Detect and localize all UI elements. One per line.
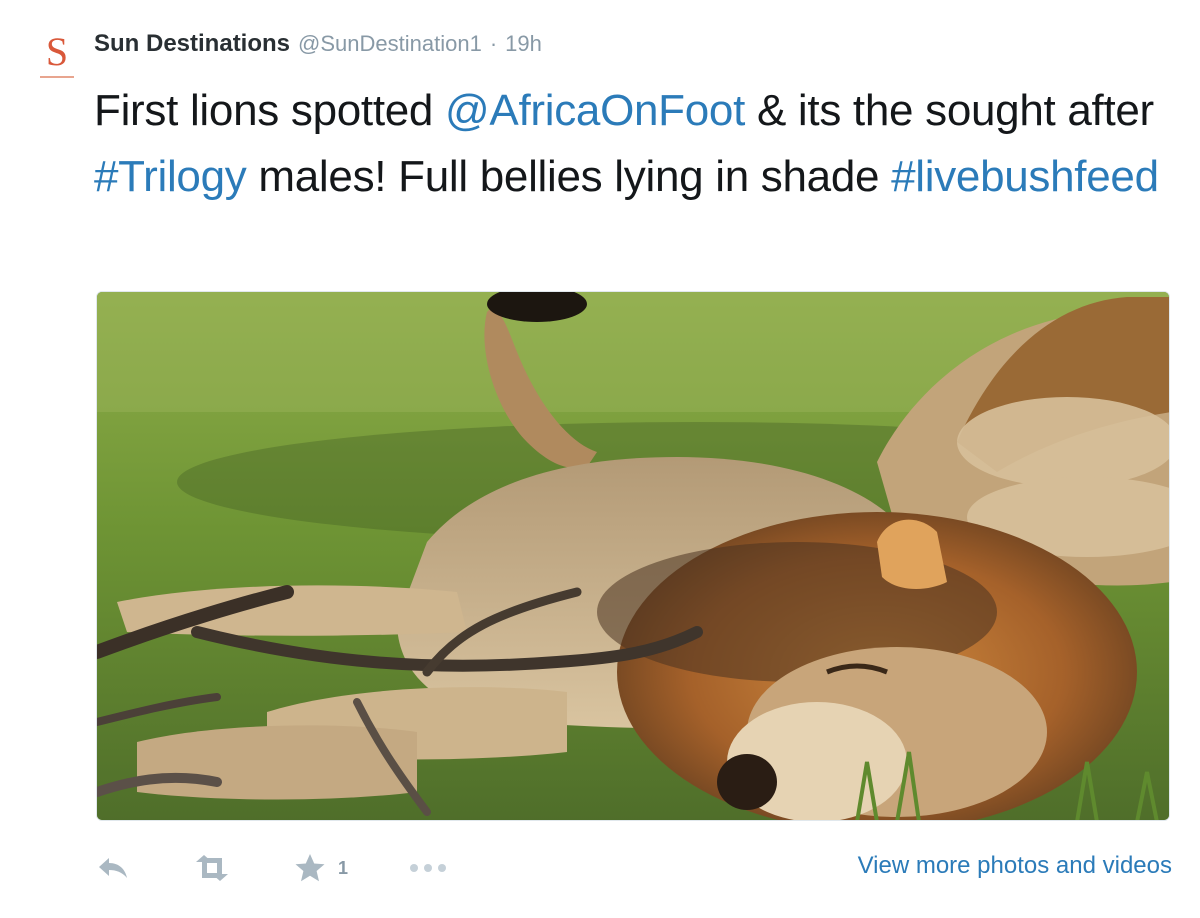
- star-icon: [294, 853, 326, 883]
- retweet-icon: [190, 854, 234, 882]
- avatar-letter: S: [45, 29, 69, 74]
- hashtag-link-trilogy[interactable]: #Trilogy: [94, 152, 247, 201]
- tweet-text-part: males! Full bellies lying in shade: [246, 152, 892, 201]
- tweet-actions: 1: [96, 845, 508, 891]
- more-button[interactable]: [408, 862, 448, 874]
- tweet-card: S Sun Destinations @SunDestination1 · 19…: [0, 0, 1200, 918]
- tweet-text: First lions spotted @AfricaOnFoot & its …: [94, 78, 1184, 210]
- avatar-underline: [40, 76, 74, 78]
- tweet-header: Sun Destinations @SunDestination1 · 19h: [94, 30, 542, 66]
- reply-button[interactable]: [96, 854, 130, 882]
- reply-icon: [96, 854, 130, 882]
- display-name[interactable]: Sun Destinations: [94, 30, 290, 58]
- favorite-button[interactable]: 1: [294, 853, 348, 883]
- hashtag-link-livebushfeed[interactable]: #livebushfeed: [891, 152, 1159, 201]
- tweet-timestamp[interactable]: 19h: [505, 31, 542, 57]
- account-handle[interactable]: @SunDestination1: [298, 31, 482, 57]
- tweet-photo[interactable]: [96, 291, 1170, 821]
- favorite-count: 1: [338, 857, 349, 878]
- more-icon: [408, 862, 448, 874]
- header-separator: ·: [489, 31, 498, 56]
- tweet-text-part: First lions spotted: [94, 86, 446, 135]
- view-more-photos-link[interactable]: View more photos and videos: [858, 852, 1172, 880]
- tweet-text-part: & its the sought after: [745, 86, 1154, 135]
- mention-link-africaonfoot[interactable]: @AfricaOnFoot: [445, 86, 745, 135]
- account-avatar[interactable]: S: [34, 30, 80, 80]
- lion-photo-illustration: [97, 292, 1169, 820]
- retweet-button[interactable]: [190, 854, 234, 882]
